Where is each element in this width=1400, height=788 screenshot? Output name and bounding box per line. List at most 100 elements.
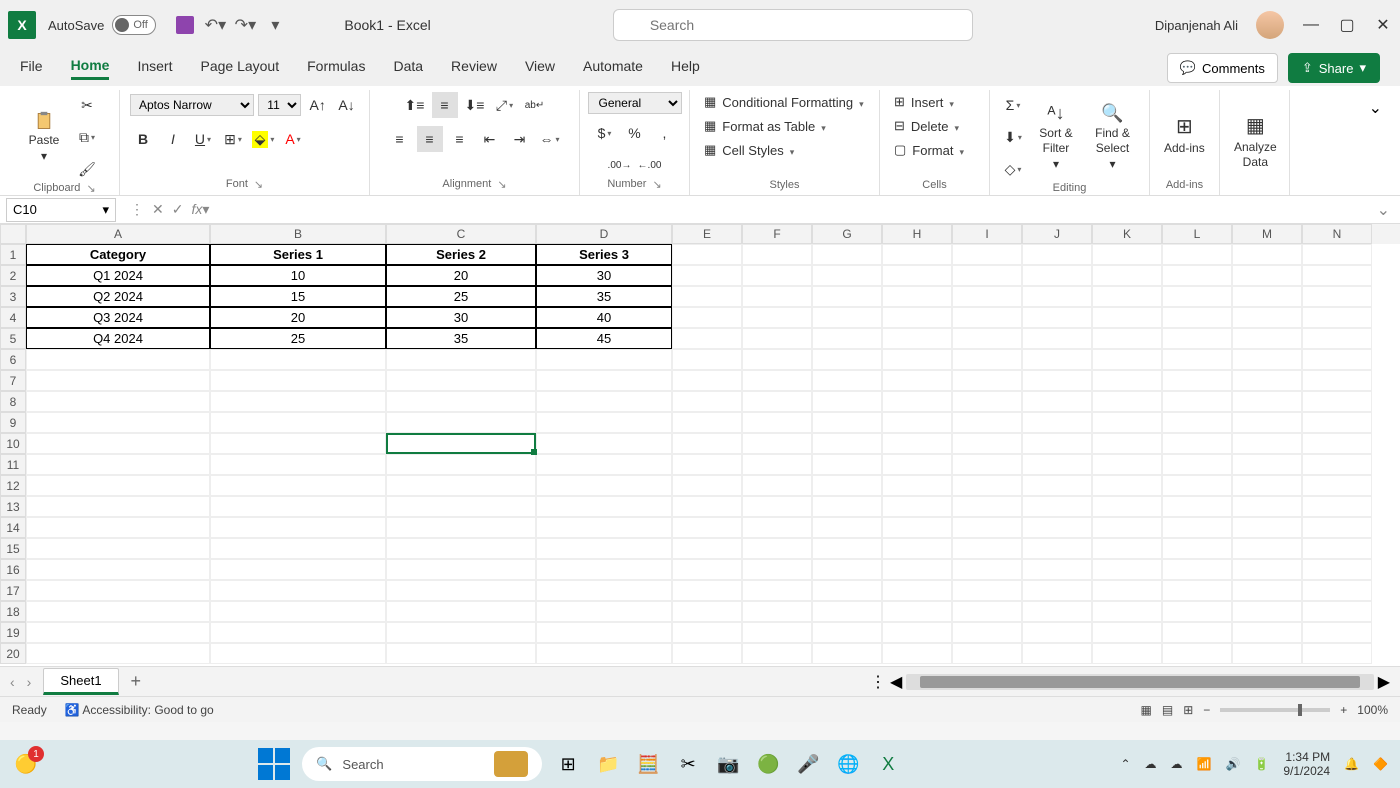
cell-H20[interactable] (882, 643, 952, 664)
cell-E17[interactable] (672, 580, 742, 601)
align-bottom-button[interactable]: ⬇≡ (462, 92, 488, 118)
row-header-15[interactable]: 15 (0, 538, 26, 559)
cell-K19[interactable] (1092, 622, 1162, 643)
cell-K12[interactable] (1092, 475, 1162, 496)
zoom-in-button[interactable]: + (1340, 703, 1347, 717)
cell-C4[interactable]: 30 (386, 307, 536, 328)
column-header-M[interactable]: M (1232, 224, 1302, 244)
onedrive-icon[interactable]: ☁ (1171, 757, 1183, 771)
cell-D11[interactable] (536, 454, 672, 475)
row-header-3[interactable]: 3 (0, 286, 26, 307)
cell-J19[interactable] (1022, 622, 1092, 643)
cell-E11[interactable] (672, 454, 742, 475)
maximize-button[interactable]: ▢ (1338, 16, 1356, 34)
cell-J15[interactable] (1022, 538, 1092, 559)
cell-C18[interactable] (386, 601, 536, 622)
cell-N15[interactable] (1302, 538, 1372, 559)
expand-formula-bar[interactable]: ⌄ (1367, 200, 1400, 220)
align-center-button[interactable]: ≡ (417, 126, 443, 152)
cell-H16[interactable] (882, 559, 952, 580)
system-clock[interactable]: 1:34 PM9/1/2024 (1283, 750, 1330, 779)
cell-N1[interactable] (1302, 244, 1372, 265)
cell-G19[interactable] (812, 622, 882, 643)
cell-B2[interactable]: 10 (210, 265, 386, 286)
cell-C13[interactable] (386, 496, 536, 517)
cell-B17[interactable] (210, 580, 386, 601)
user-avatar[interactable] (1256, 11, 1284, 39)
cell-B19[interactable] (210, 622, 386, 643)
cell-A17[interactable] (26, 580, 210, 601)
cell-F11[interactable] (742, 454, 812, 475)
cell-B1[interactable]: Series 1 (210, 244, 386, 265)
page-layout-view-button[interactable]: ▤ (1162, 703, 1173, 717)
namebox-dropdown[interactable]: ⋮ (130, 201, 144, 218)
cell-M19[interactable] (1232, 622, 1302, 643)
column-header-N[interactable]: N (1302, 224, 1372, 244)
scroll-left-arrow[interactable]: ◀ (890, 672, 902, 692)
cell-F7[interactable] (742, 370, 812, 391)
cell-G17[interactable] (812, 580, 882, 601)
collapse-ribbon-button[interactable]: ⌄ (1361, 90, 1390, 195)
notifications-icon[interactable]: 🔔 (1344, 757, 1359, 771)
cell-G8[interactable] (812, 391, 882, 412)
cell-H9[interactable] (882, 412, 952, 433)
cell-D1[interactable]: Series 3 (536, 244, 672, 265)
add-sheet-button[interactable]: + (131, 671, 142, 692)
italic-button[interactable]: I (160, 126, 186, 152)
cell-A2[interactable]: Q1 2024 (26, 265, 210, 286)
format-cells-button[interactable]: ▢ Format (890, 140, 968, 160)
column-header-H[interactable]: H (882, 224, 952, 244)
cell-A9[interactable] (26, 412, 210, 433)
format-painter-button[interactable]: 🖌 (74, 156, 100, 182)
cell-A4[interactable]: Q3 2024 (26, 307, 210, 328)
cell-D6[interactable] (536, 349, 672, 370)
cell-K9[interactable] (1092, 412, 1162, 433)
zoom-slider[interactable] (1220, 708, 1330, 712)
cell-K4[interactable] (1092, 307, 1162, 328)
cell-G15[interactable] (812, 538, 882, 559)
cell-N11[interactable] (1302, 454, 1372, 475)
cell-L2[interactable] (1162, 265, 1232, 286)
cell-E20[interactable] (672, 643, 742, 664)
cell-J10[interactable] (1022, 433, 1092, 454)
cell-I20[interactable] (952, 643, 1022, 664)
cell-L12[interactable] (1162, 475, 1232, 496)
cell-H7[interactable] (882, 370, 952, 391)
cell-G1[interactable] (812, 244, 882, 265)
cell-A19[interactable] (26, 622, 210, 643)
percent-format-button[interactable]: % (622, 120, 648, 146)
cell-H18[interactable] (882, 601, 952, 622)
cell-D15[interactable] (536, 538, 672, 559)
cell-L11[interactable] (1162, 454, 1232, 475)
sort-filter-button[interactable]: ᴬ↓Sort & Filter▾ (1032, 101, 1080, 174)
excel-taskbar-icon[interactable]: X (874, 750, 902, 778)
cell-B9[interactable] (210, 412, 386, 433)
cell-D8[interactable] (536, 391, 672, 412)
cut-button[interactable]: ✂ (74, 92, 100, 118)
status-accessibility[interactable]: ♿ Accessibility: Good to go (65, 703, 214, 717)
cell-E8[interactable] (672, 391, 742, 412)
cell-K6[interactable] (1092, 349, 1162, 370)
cell-D9[interactable] (536, 412, 672, 433)
cell-A7[interactable] (26, 370, 210, 391)
row-header-10[interactable]: 10 (0, 433, 26, 454)
cell-C7[interactable] (386, 370, 536, 391)
cell-C14[interactable] (386, 517, 536, 538)
cell-G12[interactable] (812, 475, 882, 496)
cell-E15[interactable] (672, 538, 742, 559)
cell-A10[interactable] (26, 433, 210, 454)
menu-view[interactable]: View (525, 58, 555, 78)
cell-E10[interactable] (672, 433, 742, 454)
cell-F13[interactable] (742, 496, 812, 517)
cell-N12[interactable] (1302, 475, 1372, 496)
cell-I4[interactable] (952, 307, 1022, 328)
cell-E1[interactable] (672, 244, 742, 265)
column-header-B[interactable]: B (210, 224, 386, 244)
cell-C3[interactable]: 25 (386, 286, 536, 307)
cell-H2[interactable] (882, 265, 952, 286)
column-header-L[interactable]: L (1162, 224, 1232, 244)
cell-A3[interactable]: Q2 2024 (26, 286, 210, 307)
cell-B4[interactable]: 20 (210, 307, 386, 328)
column-header-D[interactable]: D (536, 224, 672, 244)
paste-button[interactable]: Paste▾ (20, 109, 68, 166)
